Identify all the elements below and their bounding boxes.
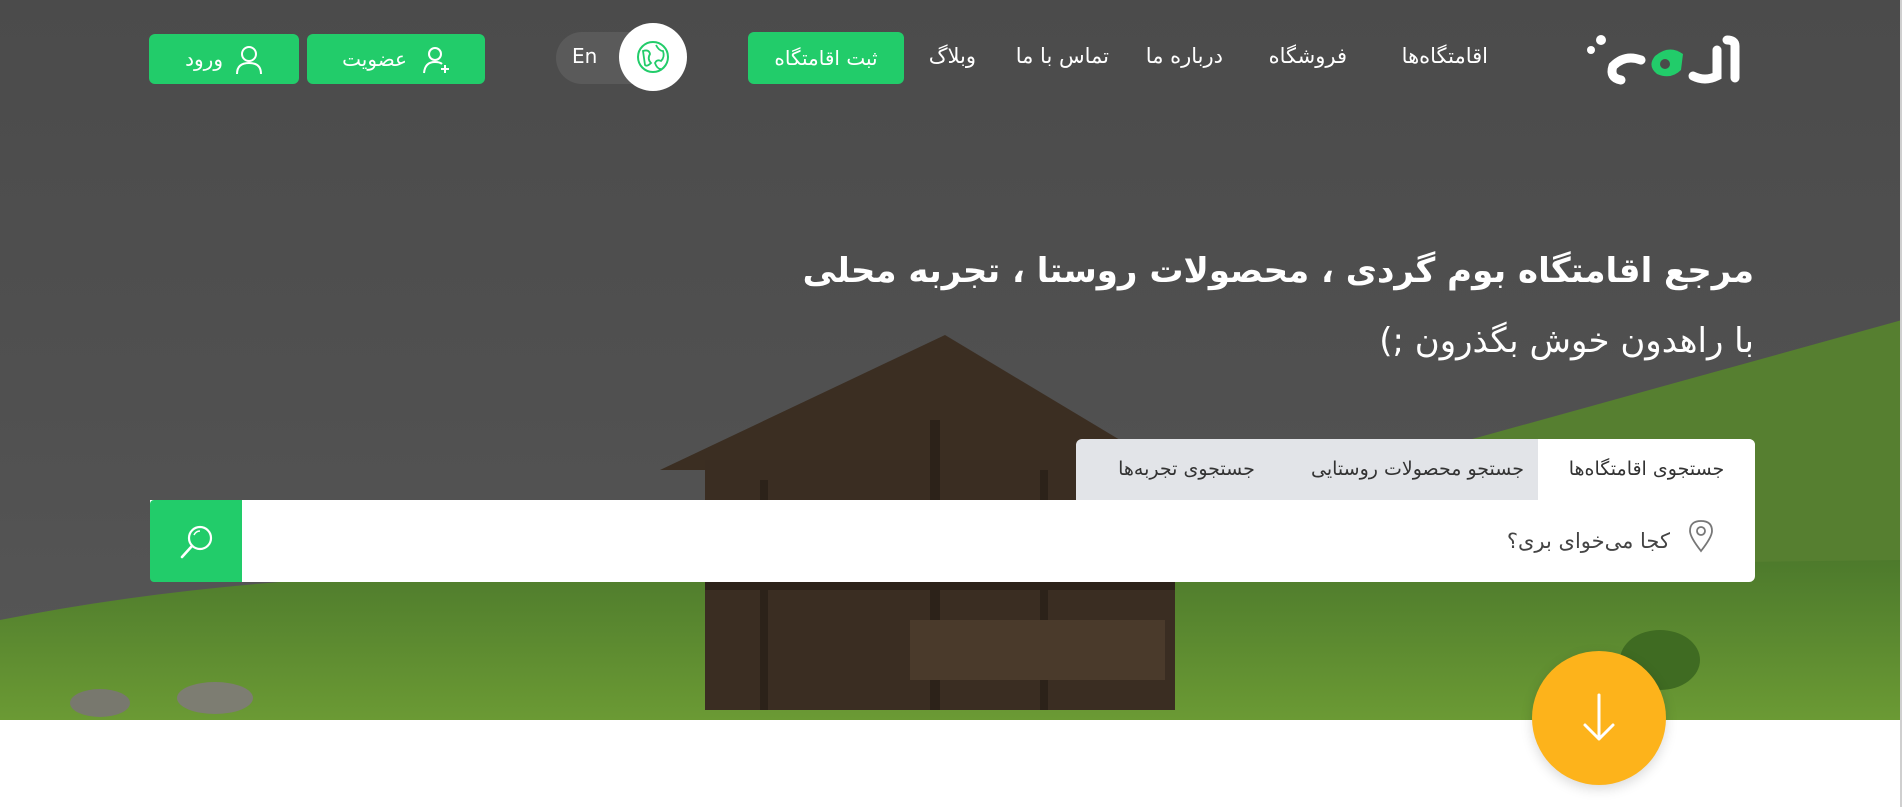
tab-search-stays[interactable]: جستجوی اقامتگاه‌ها <box>1538 439 1755 500</box>
globe-icon <box>637 41 669 73</box>
rahdoon-logo[interactable] <box>1585 26 1745 92</box>
search-tabs: جستجوی اقامتگاه‌ها جستجو محصولات روستایی… <box>1076 439 1755 500</box>
search-button[interactable] <box>150 500 242 582</box>
page: اقامتگاه‌ها فروشگاه درباره ما تماس با ما… <box>0 0 1902 807</box>
hero-subtitle: با راهدون خوش بگذرون ;) <box>1379 321 1754 361</box>
user-plus-icon <box>423 47 449 74</box>
scroll-down-button[interactable] <box>1532 651 1666 785</box>
login-label: ورود <box>185 47 223 71</box>
nav-stays[interactable]: اقامتگاه‌ها <box>1402 40 1488 72</box>
login-button[interactable]: ورود <box>149 34 299 84</box>
search-icon <box>180 525 213 559</box>
user-icon <box>236 46 262 75</box>
hero-title: مرجع اقامتگاه بوم گردی ، محصولات روستا ،… <box>802 251 1754 291</box>
arrow-down-icon <box>1583 693 1615 741</box>
nav-contact[interactable]: تماس با ما <box>1016 40 1109 72</box>
location-pin-icon <box>1689 520 1713 553</box>
register-stay-button[interactable]: ثبت اقامتگاه <box>748 32 904 84</box>
nav-shop[interactable]: فروشگاه <box>1269 40 1347 72</box>
signup-button[interactable]: عضویت <box>307 34 485 84</box>
nav-about[interactable]: درباره ما <box>1146 40 1223 72</box>
tab-search-experiences[interactable]: جستجوی تجربه‌ها <box>1076 439 1297 500</box>
language-label[interactable]: En <box>572 40 597 72</box>
tab-search-products[interactable]: جستجو محصولات روستایی <box>1297 439 1538 500</box>
signup-label: عضویت <box>342 47 407 71</box>
nav-blog[interactable]: وبلاگ <box>929 40 976 72</box>
destination-search-input[interactable] <box>270 520 1670 562</box>
language-globe-button[interactable] <box>619 23 687 91</box>
